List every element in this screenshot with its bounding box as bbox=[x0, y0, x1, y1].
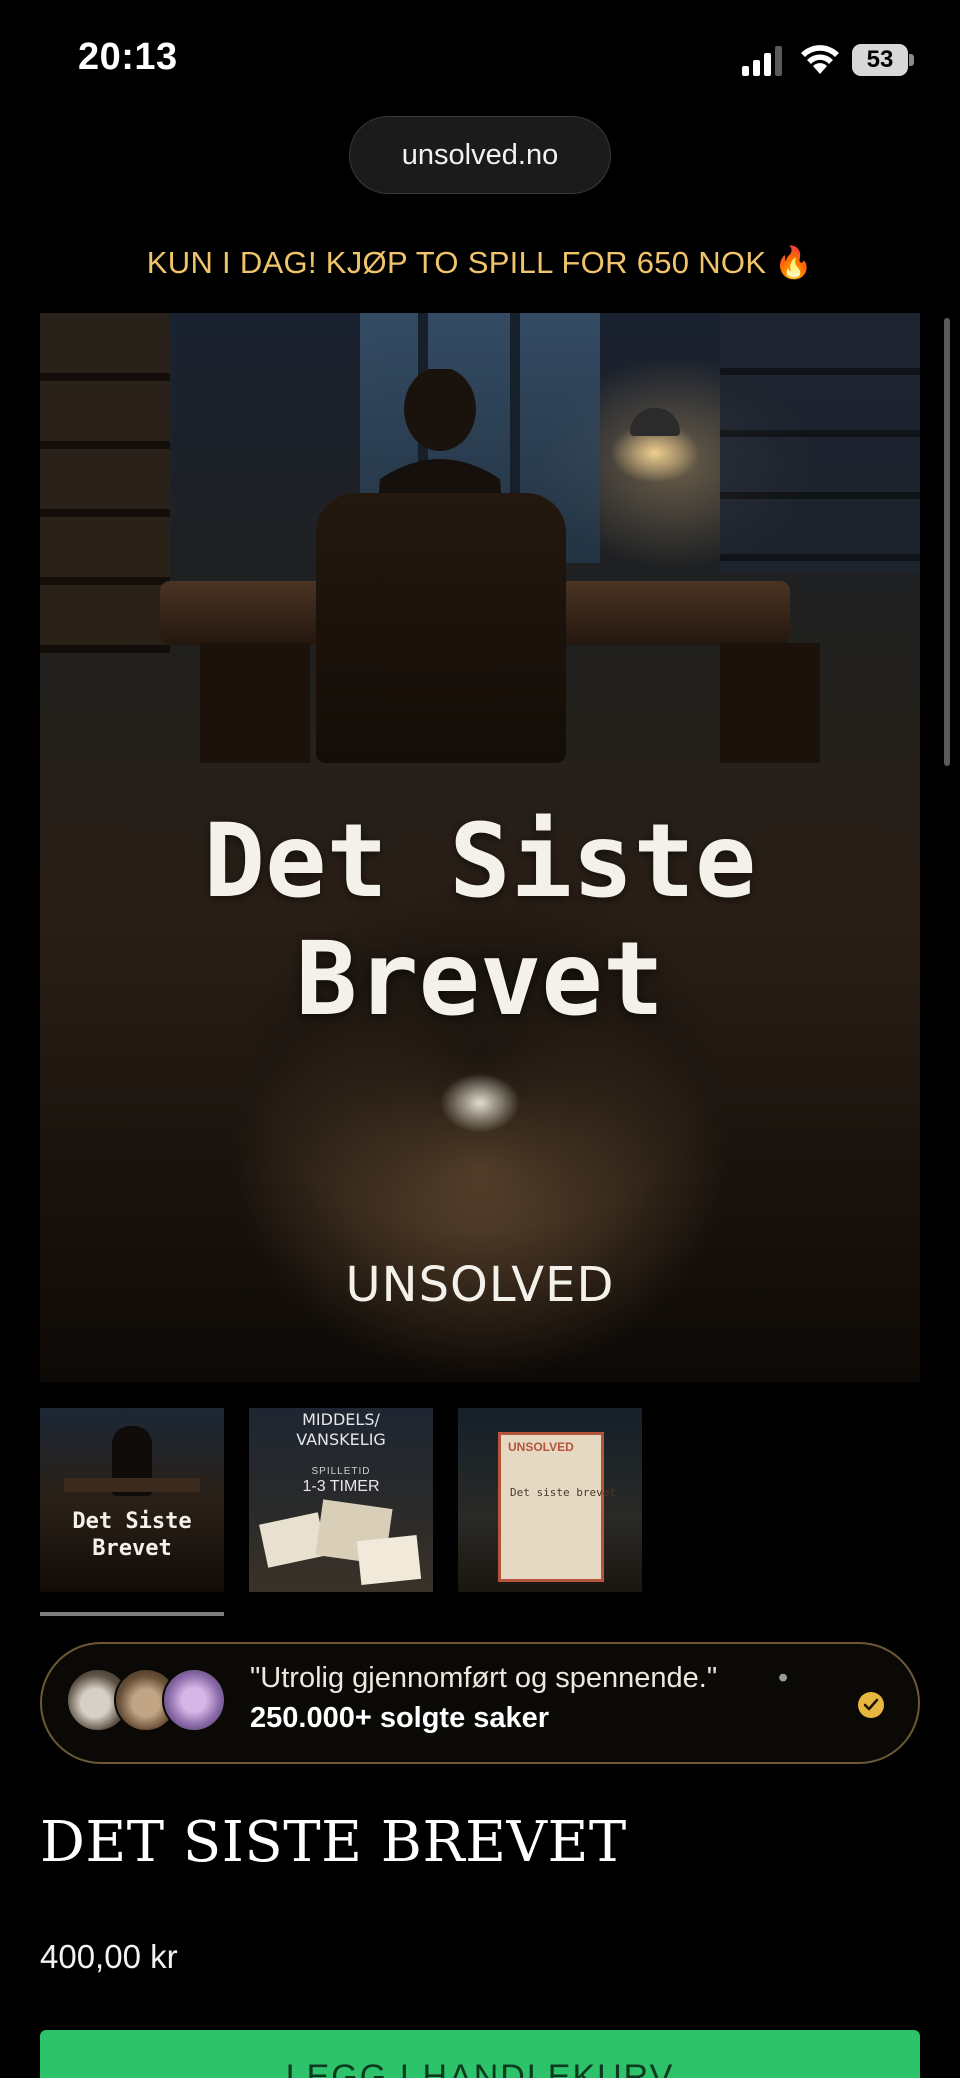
review-quote: "Utrolig gjennomført og spennende." bbox=[250, 1662, 718, 1694]
fire-emoji-icon: 🔥 bbox=[774, 245, 814, 280]
playtime-label: SPILLETID bbox=[311, 1466, 371, 1477]
product-title: DET SISTE BREVET bbox=[40, 1810, 627, 1875]
playtime-value: 1-3 TIMER bbox=[302, 1478, 380, 1495]
add-to-cart-button[interactable]: LEGG I HANDLEKURV bbox=[40, 2030, 920, 2078]
letter-document bbox=[498, 1432, 604, 1582]
thumbnail-1[interactable]: Det Siste Brevet bbox=[40, 1408, 224, 1592]
signal-icon bbox=[742, 46, 782, 76]
avatar bbox=[162, 1668, 226, 1732]
product-price: 400,00 kr bbox=[40, 1938, 178, 1975]
review-banner[interactable]: "Utrolig gjennomført og spennende." • 25… bbox=[40, 1642, 920, 1764]
sales-count: 250.000+ solgte saker bbox=[250, 1702, 550, 1734]
thumbnail-gallery: Det Siste Brevet MIDDELS/ VANSKELIG SPIL… bbox=[40, 1408, 920, 1592]
thumbnail-3[interactable]: UNSOLVED Det siste brevet bbox=[458, 1408, 642, 1592]
promo-banner: KUN I DAG! KJØP TO SPILL FOR 650 NOK 🔥 bbox=[0, 244, 960, 281]
page-scrollbar[interactable] bbox=[944, 318, 950, 766]
battery-icon: 53 bbox=[852, 44, 914, 76]
difficulty-label: MIDDELS/ VANSKELIG bbox=[296, 1410, 386, 1449]
brand-logo: UNSOLVED bbox=[345, 1257, 615, 1313]
promo-text: KUN I DAG! KJØP TO SPILL FOR 650 NOK bbox=[146, 245, 767, 280]
battery-level: 53 bbox=[866, 46, 894, 73]
heart-light bbox=[440, 1073, 520, 1133]
wifi-icon bbox=[801, 45, 839, 74]
thumbnail-2[interactable]: MIDDELS/ VANSKELIG SPILLETID 1-3 TIMER bbox=[249, 1408, 433, 1592]
verified-check-icon bbox=[858, 1692, 884, 1718]
add-to-cart-label: LEGG I HANDLEKURV bbox=[285, 2058, 675, 2078]
review-separator: • bbox=[778, 1662, 789, 1694]
status-time: 20:13 bbox=[78, 36, 178, 78]
thumbnail-title: Det Siste Brevet bbox=[72, 1509, 192, 1561]
product-main-image[interactable]: Det Siste Brevet UNSOLVED bbox=[40, 313, 920, 1382]
status-bar: 20:13 53 bbox=[0, 0, 960, 110]
active-thumbnail-indicator bbox=[40, 1612, 224, 1616]
address-bar[interactable]: unsolved.no bbox=[349, 116, 611, 194]
hero-title: Det Siste Brevet bbox=[203, 802, 757, 1039]
